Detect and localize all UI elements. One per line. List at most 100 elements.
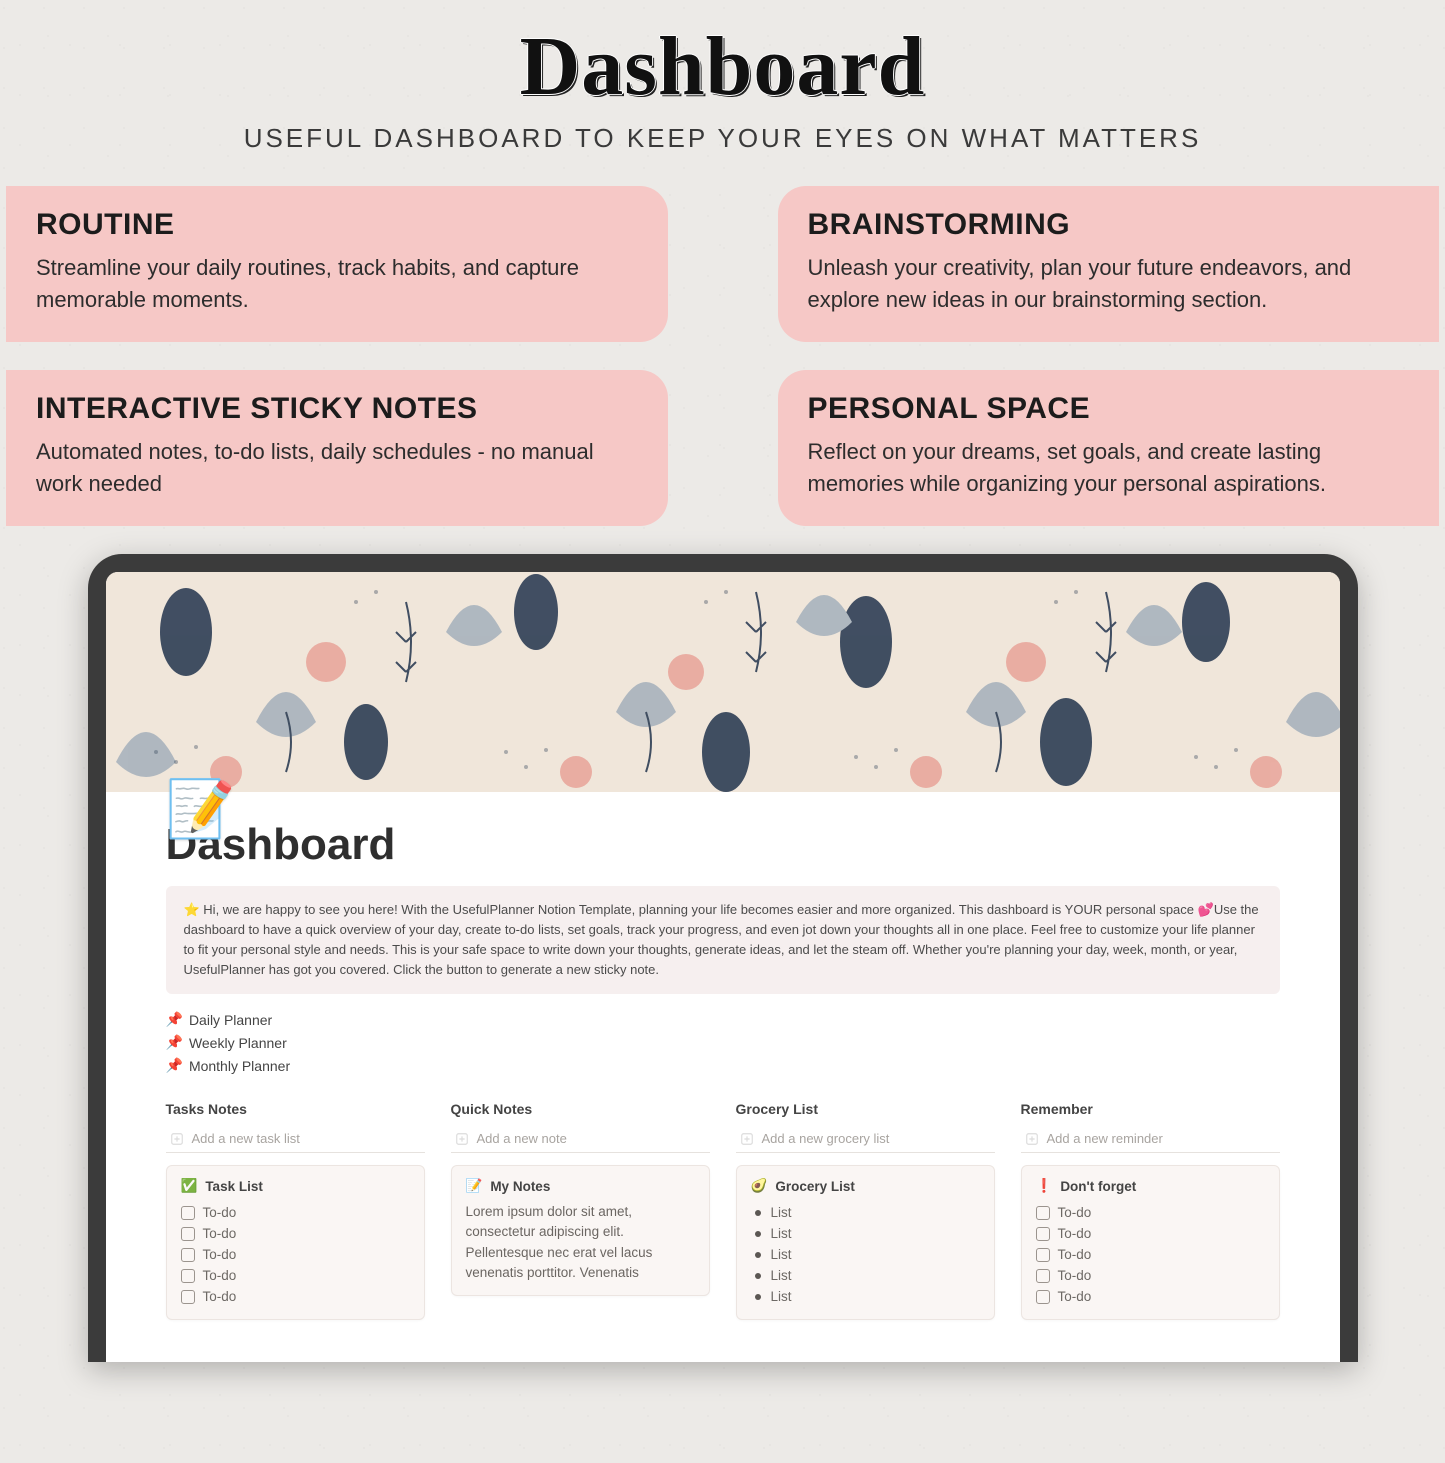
dashboard-column: Quick Notes Add a new note 📝 My Notes Lorem …: [451, 1101, 710, 1320]
page-headline: Dashboard: [0, 18, 1445, 115]
bullet-icon: [755, 1273, 761, 1279]
card-icon: ❗: [1036, 1178, 1053, 1194]
add-new-button[interactable]: Add a new note: [451, 1125, 710, 1153]
feature-body: Automated notes, to-do lists, daily sche…: [36, 436, 638, 500]
todo-label: To-do: [1058, 1268, 1092, 1283]
bullet-label: List: [771, 1289, 792, 1304]
todo-item[interactable]: To-do: [1036, 1202, 1265, 1223]
todo-label: To-do: [203, 1268, 237, 1283]
page-cover: [106, 572, 1340, 792]
bullet-icon: [755, 1294, 761, 1300]
add-placeholder: Add a new note: [477, 1131, 567, 1146]
checkbox-icon[interactable]: [181, 1290, 195, 1304]
card-title: Task List: [205, 1179, 263, 1194]
bullet-item[interactable]: List: [751, 1244, 980, 1265]
card-icon: 🥑: [751, 1178, 768, 1194]
checkbox-icon[interactable]: [1036, 1248, 1050, 1262]
add-icon: [170, 1132, 184, 1146]
laptop-mockup: 📝 Dashboard ⭐ Hi, we are happy to see yo…: [88, 554, 1358, 1362]
add-placeholder: Add a new reminder: [1047, 1131, 1163, 1146]
link-label: Weekly Planner: [189, 1035, 287, 1051]
card-title: Don't forget: [1060, 1179, 1136, 1194]
card-title: Grocery List: [775, 1179, 855, 1194]
column-title: Grocery List: [736, 1101, 995, 1117]
feature-body: Reflect on your dreams, set goals, and c…: [808, 436, 1410, 500]
checkbox-icon[interactable]: [181, 1248, 195, 1262]
sticky-note-card[interactable]: ✅ Task List To-do To-do To-do To-do To-do: [166, 1165, 425, 1320]
bullet-item[interactable]: List: [751, 1286, 980, 1307]
todo-item[interactable]: To-do: [1036, 1244, 1265, 1265]
card-icon: ✅: [181, 1178, 198, 1194]
checkbox-icon[interactable]: [1036, 1206, 1050, 1220]
note-body[interactable]: Lorem ipsum dolor sit amet, consectetur …: [466, 1202, 695, 1283]
bullet-label: List: [771, 1268, 792, 1283]
bullet-icon: [755, 1210, 761, 1216]
checkbox-icon[interactable]: [1036, 1269, 1050, 1283]
todo-item[interactable]: To-do: [1036, 1265, 1265, 1286]
bullet-item[interactable]: List: [751, 1223, 980, 1244]
welcome-callout[interactable]: ⭐ Hi, we are happy to see you here! With…: [166, 886, 1280, 995]
bullet-item[interactable]: List: [751, 1202, 980, 1223]
feature-routine: ROUTINE Streamline your daily routines, …: [6, 186, 668, 342]
dashboard-column: Tasks Notes Add a new task list ✅ Task List…: [166, 1101, 425, 1320]
dashboard-column: Grocery List Add a new grocery list 🥑 Groce…: [736, 1101, 995, 1320]
todo-label: To-do: [203, 1289, 237, 1304]
todo-label: To-do: [203, 1226, 237, 1241]
pin-icon: 📌: [166, 1011, 183, 1028]
feature-title: PERSONAL SPACE: [808, 392, 1410, 426]
todo-label: To-do: [203, 1247, 237, 1262]
todo-item[interactable]: To-do: [1036, 1223, 1265, 1244]
pin-icon: 📌: [166, 1057, 183, 1074]
todo-item[interactable]: To-do: [181, 1223, 410, 1244]
checkbox-icon[interactable]: [1036, 1290, 1050, 1304]
features-grid: ROUTINE Streamline your daily routines, …: [0, 154, 1445, 526]
link-daily-planner[interactable]: 📌 Daily Planner: [166, 1008, 1280, 1031]
dashboard-column: RememberAdd a new reminder❗Don't forgetT…: [1021, 1101, 1280, 1320]
add-new-button[interactable]: Add a new reminder: [1021, 1125, 1280, 1153]
feature-personal-space: PERSONAL SPACE Reflect on your dreams, s…: [778, 370, 1440, 526]
column-title: Quick Notes: [451, 1101, 710, 1117]
feature-body: Streamline your daily routines, track ha…: [36, 252, 638, 316]
add-icon: [740, 1132, 754, 1146]
link-label: Monthly Planner: [189, 1058, 290, 1074]
bullet-label: List: [771, 1247, 792, 1262]
todo-label: To-do: [1058, 1247, 1092, 1262]
checkbox-icon[interactable]: [181, 1269, 195, 1283]
todo-label: To-do: [203, 1205, 237, 1220]
todo-item[interactable]: To-do: [181, 1202, 410, 1223]
page-title[interactable]: Dashboard: [166, 820, 1280, 870]
link-monthly-planner[interactable]: 📌 Monthly Planner: [166, 1054, 1280, 1077]
column-title: Tasks Notes: [166, 1101, 425, 1117]
memo-icon[interactable]: 📝: [166, 776, 236, 842]
todo-item[interactable]: To-do: [181, 1244, 410, 1265]
todo-label: To-do: [1058, 1205, 1092, 1220]
add-placeholder: Add a new task list: [192, 1131, 300, 1146]
card-icon: 📝: [466, 1178, 483, 1194]
feature-body: Unleash your creativity, plan your futur…: [808, 252, 1410, 316]
bullet-icon: [755, 1252, 761, 1258]
link-weekly-planner[interactable]: 📌 Weekly Planner: [166, 1031, 1280, 1054]
add-new-button[interactable]: Add a new grocery list: [736, 1125, 995, 1153]
feature-title: INTERACTIVE STICKY NOTES: [36, 392, 638, 426]
notion-screen: 📝 Dashboard ⭐ Hi, we are happy to see yo…: [106, 572, 1340, 1362]
card-title: My Notes: [490, 1179, 550, 1194]
bullet-icon: [755, 1231, 761, 1237]
page-subheadline: USEFUL DASHBOARD TO KEEP YOUR EYES ON WH…: [0, 123, 1445, 154]
bullet-label: List: [771, 1226, 792, 1241]
todo-item[interactable]: To-do: [181, 1265, 410, 1286]
checkbox-icon[interactable]: [1036, 1227, 1050, 1241]
sticky-note-card[interactable]: 🥑 Grocery List List List List List List: [736, 1165, 995, 1320]
add-new-button[interactable]: Add a new task list: [166, 1125, 425, 1153]
checkbox-icon[interactable]: [181, 1206, 195, 1220]
sticky-note-card[interactable]: 📝 My Notes Lorem ipsum dolor sit amet, con…: [451, 1165, 710, 1296]
feature-title: ROUTINE: [36, 208, 638, 242]
checkbox-icon[interactable]: [181, 1227, 195, 1241]
bullet-item[interactable]: List: [751, 1265, 980, 1286]
planner-links: 📌 Daily Planner 📌 Weekly Planner 📌 Month…: [166, 1008, 1280, 1077]
feature-brainstorming: BRAINSTORMING Unleash your creativity, p…: [778, 186, 1440, 342]
todo-label: To-do: [1058, 1289, 1092, 1304]
sticky-note-card[interactable]: ❗ Don't forget To-do To-do To-do To-do To-do: [1021, 1165, 1280, 1320]
todo-item[interactable]: To-do: [1036, 1286, 1265, 1307]
pin-icon: 📌: [166, 1034, 183, 1051]
todo-item[interactable]: To-do: [181, 1286, 410, 1307]
